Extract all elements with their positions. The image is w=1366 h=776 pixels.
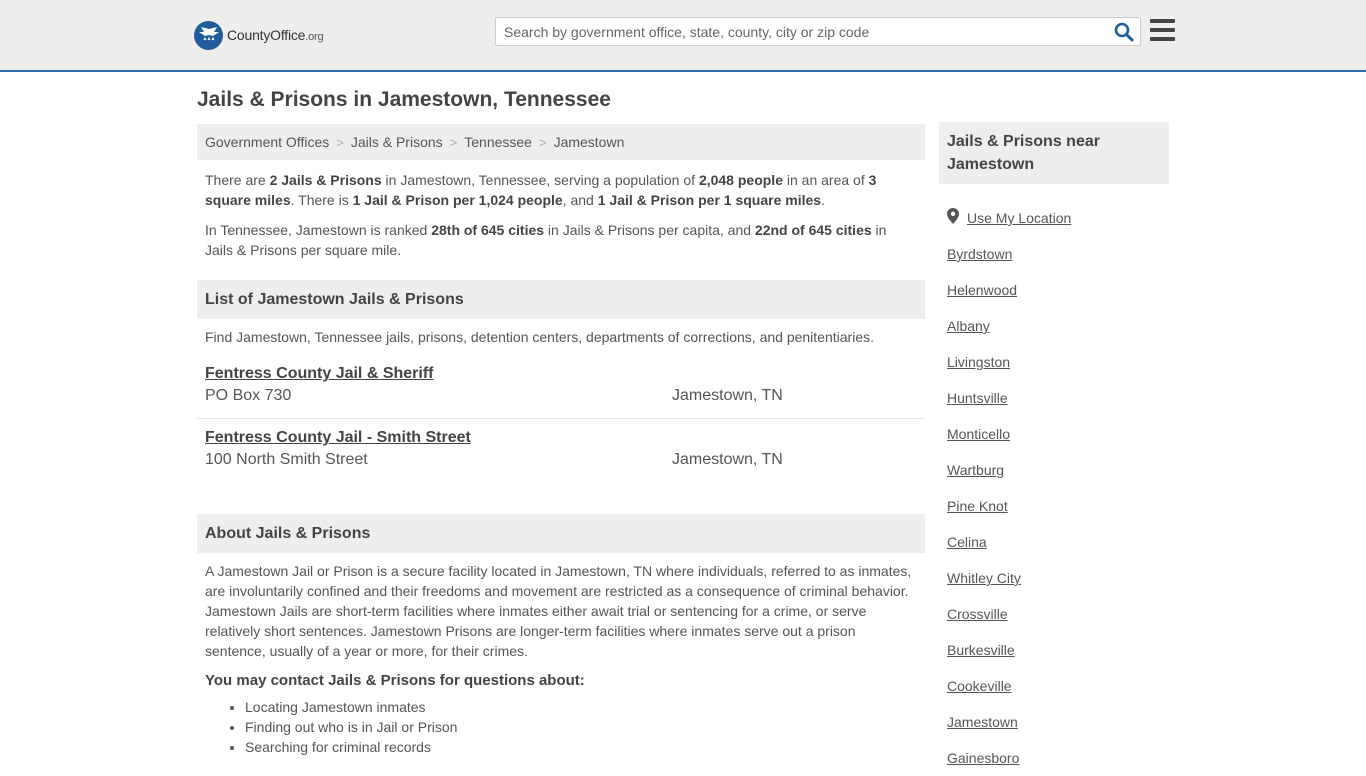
summary-paragraph: There are 2 Jails & Prisons in Jamestown… [205,172,877,208]
sidebar-city-link[interactable]: Huntsville [947,380,1161,416]
hamburger-menu-icon[interactable] [1150,19,1175,41]
site-header: CountyOffice.org [0,0,1366,72]
sidebar-city-link[interactable]: Helenwood [947,272,1161,308]
sidebar-city-link[interactable]: Whitley City [947,560,1161,596]
sidebar-city-link[interactable]: Burkesville [947,632,1161,668]
sidebar-city-link[interactable]: Celina [947,524,1161,560]
list-item: Finding out who is in Jail or Prison [245,717,925,737]
page-title: Jails & Prisons in Jamestown, Tennessee [197,88,611,111]
sidebar-city-link[interactable]: Byrdstown [947,236,1161,272]
use-my-location-link[interactable]: Use My Location [967,200,1071,236]
logo-tld: .org [305,31,324,43]
eagle-seal-icon [194,20,223,50]
sidebar-city-link[interactable]: Livingston [947,344,1161,380]
sidebar-city-link[interactable]: Cookeville [947,668,1161,704]
breadcrumb-jamestown[interactable]: Jamestown [554,134,625,150]
search-bar [495,17,1141,46]
list-intro: Find Jamestown, Tennessee jails, prisons… [205,329,874,345]
list-item: Fentress County Jail - Smith Street 100 … [197,429,925,474]
listing-name-link[interactable]: Fentress County Jail - Smith Street [205,429,471,446]
about-section-heading: About Jails & Prisons [197,514,925,553]
sidebar-heading: Jails & Prisons near Jamestown [939,122,1169,184]
list-item: Fentress County Jail & Sheriff PO Box 73… [197,365,925,410]
list-section-heading: List of Jamestown Jails & Prisons [197,280,925,319]
sidebar-city-link[interactable]: Wartburg [947,452,1161,488]
chevron-right-icon: > [336,134,344,150]
sidebar-city-link[interactable]: Gainesboro [947,740,1161,776]
breadcrumb: Government Offices > Jails & Prisons > T… [197,124,925,160]
sidebar-city-link[interactable]: Monticello [947,416,1161,452]
listing-city: Jamestown, TN [672,451,783,468]
list-item: Locating Jamestown inmates [245,697,925,717]
ranking-paragraph: In Tennessee, Jamestown is ranked 28th o… [205,222,887,258]
listing-address: PO Box 730 [205,387,292,404]
map-pin-icon [947,207,959,229]
logo-name: CountyOffice [227,27,306,43]
breadcrumb-government-offices[interactable]: Government Offices [205,134,329,150]
about-body: A Jamestown Jail or Prison is a secure f… [205,563,912,659]
sidebar-city-link[interactable]: Pine Knot [947,488,1161,524]
breadcrumb-tennessee[interactable]: Tennessee [464,134,532,150]
sidebar: Jails & Prisons near Jamestown Use My Lo… [939,122,1169,776]
contact-topics-list: Locating Jamestown inmates Finding out w… [197,697,925,757]
search-icon[interactable] [1114,22,1134,42]
sidebar-city-link[interactable]: Jamestown [947,704,1161,740]
main-content: Government Offices > Jails & Prisons > T… [197,124,925,757]
chevron-right-icon: > [449,134,458,150]
breadcrumb-jails-prisons[interactable]: Jails & Prisons [351,134,443,150]
contact-heading: You may contact Jails & Prisons for ques… [205,672,585,689]
sidebar-city-link[interactable]: Crossville [947,596,1161,632]
listing-address: 100 North Smith Street [205,451,368,468]
list-item: Searching for criminal records [245,737,925,757]
sidebar-city-link[interactable]: Albany [947,308,1161,344]
divider [197,418,925,419]
site-logo[interactable]: CountyOffice.org [194,20,324,50]
listing-city: Jamestown, TN [672,387,783,404]
listing-name-link[interactable]: Fentress County Jail & Sheriff [205,365,434,382]
chevron-right-icon: > [538,134,547,150]
use-location-row: Use My Location [947,200,1161,236]
search-input[interactable] [496,18,1096,45]
